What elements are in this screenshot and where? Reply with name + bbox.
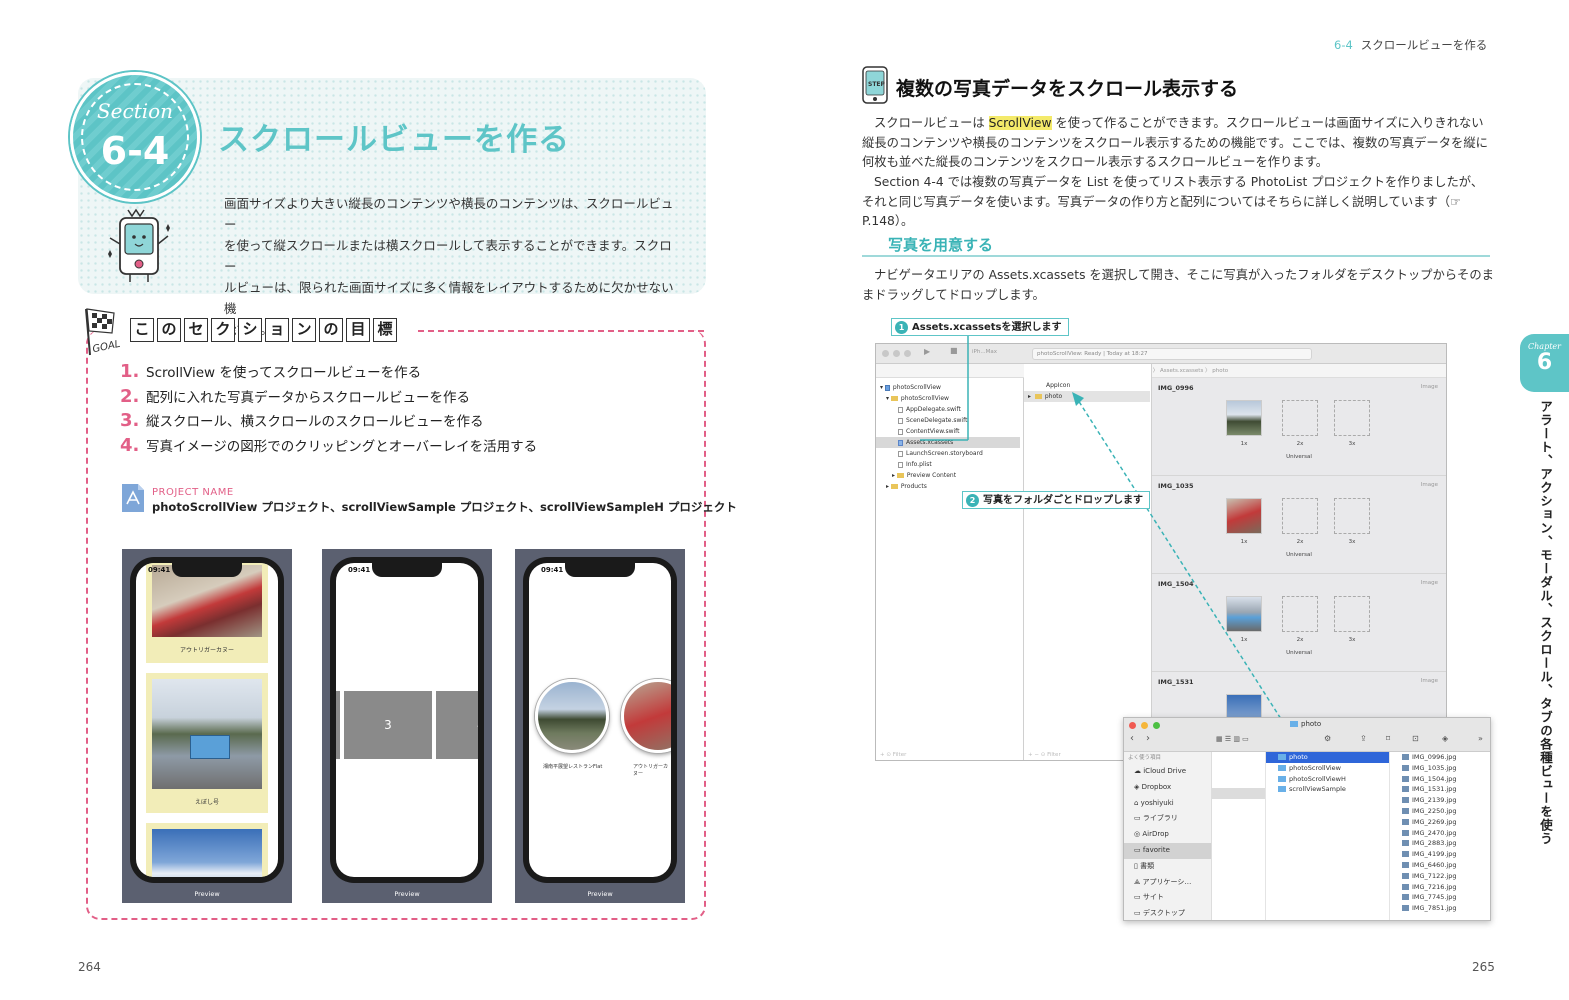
- scroll-box: 4: [436, 691, 478, 759]
- new-folder-icon[interactable]: ⊡: [1412, 734, 1419, 743]
- project-names: photoScrollView プロジェクト、scrollViewSample …: [152, 500, 737, 514]
- more-icon[interactable]: »: [1478, 734, 1483, 743]
- view-mode-icons[interactable]: ▦ ☰ ▥ ▭: [1216, 735, 1249, 743]
- folder-item[interactable]: scrollViewSample: [1266, 784, 1389, 795]
- chapter-title-vertical: アラート、アクション、モーダル、スクロール、タブの各種ビューを使う: [1538, 400, 1553, 846]
- file-item[interactable]: IMG_2139.jpg: [1390, 795, 1490, 806]
- file-item[interactable]: IMG_4199.jpg: [1390, 849, 1490, 860]
- finder-window: photo ‹ › ▦ ☰ ▥ ▭ ⚙ ⇪ ⌑ ⊡ ◈ » よく使う項目 ☁ i…: [1123, 717, 1491, 921]
- preview-screenshot-circles: 湘南平展望レストランFlat アウトリガーカヌー 09:41 Preview: [515, 549, 685, 903]
- section-badge: Section 6-4: [70, 72, 200, 202]
- file-item[interactable]: IMG_2470.jpg: [1390, 828, 1490, 839]
- file-item[interactable]: IMG_0996.jpg: [1390, 752, 1490, 763]
- goal-box-topline: [418, 330, 704, 332]
- preview-screenshot-horizontal: 3 4 09:41 Preview: [322, 549, 492, 903]
- sidebar-item[interactable]: ☁ iCloud Drive: [1124, 764, 1211, 780]
- share-icon[interactable]: ⇪: [1360, 734, 1367, 743]
- page-title: スクロールビューを作る: [218, 122, 570, 158]
- callout-2: 2 写真をフォルダごとドロップします: [962, 491, 1150, 509]
- file-item[interactable]: IMG_7745.jpg: [1390, 892, 1490, 903]
- paragraph-3: ナビゲータエリアの Assets.xcassets を選択して開き、そこに写真が…: [862, 268, 1494, 302]
- list-item: 1. ScrollView を使ってスクロールビューを作る: [120, 361, 422, 382]
- section-number: 6-4: [100, 129, 170, 173]
- running-head: 6-4 スクロールビューを作る: [1334, 38, 1488, 52]
- file-item[interactable]: IMG_2269.jpg: [1390, 817, 1490, 828]
- file-item[interactable]: IMG_7216.jpg: [1390, 882, 1490, 893]
- sidebar-item[interactable]: ▭ デスクトップ: [1124, 906, 1211, 920]
- tag-icon[interactable]: ⌑: [1386, 734, 1390, 743]
- subheading-rule: [862, 255, 1490, 257]
- svg-text:GOAL: GOAL: [92, 339, 122, 356]
- finder-column-3: IMG_0996.jpg IMG_1035.jpg IMG_1504.jpg I…: [1390, 752, 1490, 920]
- sidebar-item[interactable]: ▭ サイト: [1124, 890, 1211, 906]
- file-item[interactable]: IMG_7851.jpg: [1390, 903, 1490, 914]
- preview-screenshot-vertical: アウトリガーカヌー えぼし号 09:41 Preview: [122, 549, 292, 903]
- section-heading: 複数の写真データをスクロール表示する: [896, 78, 1239, 100]
- forward-icon[interactable]: ›: [1146, 733, 1150, 744]
- callout-1: 1 Assets.xcassetsを選択します: [891, 318, 1069, 336]
- folder-item[interactable]: photoScrollView: [1266, 763, 1389, 774]
- sidebar-item[interactable]: ⟁ アプリケーシ…: [1124, 875, 1211, 891]
- callout-connectors: [920, 336, 1289, 731]
- project-name-label: PROJECT NAME: [152, 487, 234, 498]
- finder-sidebar: よく使う項目 ☁ iCloud Drive ◈ Dropbox ⌂ yoshiy…: [1124, 752, 1212, 920]
- list-item: 4. 写真イメージの図形でのクリッピングとオーバーレイを活用する: [120, 434, 538, 456]
- file-item[interactable]: IMG_6460.jpg: [1390, 860, 1490, 871]
- sidebar-item[interactable]: ◈ Dropbox: [1124, 780, 1211, 796]
- scroll-box: 3: [344, 691, 432, 759]
- file-item[interactable]: IMG_1035.jpg: [1390, 763, 1490, 774]
- list-item: 3. 縦スクロール、横スクロールのスクロールビューを作る: [120, 410, 484, 431]
- circle-photo: [621, 679, 671, 753]
- subheading: 写真を用意する: [888, 236, 994, 254]
- sidebar-item[interactable]: ⌂ yoshiyuki: [1124, 796, 1211, 812]
- goal-list: 1. ScrollView を使ってスクロールビューを作る 2. 配列に入れた写真デ…: [120, 361, 537, 459]
- gear-icon[interactable]: ⚙: [1324, 734, 1331, 743]
- dropbox-icon[interactable]: ◈: [1442, 734, 1448, 743]
- paragraph-2: Section 4-4 では複数の写真データを List を使ってリスト表示する…: [862, 175, 1484, 228]
- navigator-filter[interactable]: + ⊙ Filter: [880, 752, 906, 758]
- photo-card: えぼし号: [146, 673, 268, 813]
- sidebar-item[interactable]: ◎ AirDrop: [1124, 827, 1211, 843]
- photo-card: アウトリガーカヌー: [146, 563, 268, 663]
- list-item: 2. 配列に入れた写真データからスクロールビューを作る: [120, 385, 470, 407]
- goal-section-title: こ の セ ク シ ョ ン の 目 標: [130, 318, 397, 342]
- asset-filter[interactable]: + − ⊙ Filter: [1028, 752, 1061, 758]
- page-number-left: 264: [78, 960, 101, 974]
- section-label: Section: [96, 99, 174, 123]
- sidebar-item[interactable]: ▯ 書類: [1124, 859, 1211, 875]
- folder-item[interactable]: photoScrollViewH: [1266, 774, 1389, 785]
- finder-title: photo: [1290, 720, 1321, 728]
- back-icon[interactable]: ‹: [1130, 733, 1134, 744]
- finder-column-1: [1212, 752, 1266, 920]
- step-phone-icon: STEP: [862, 66, 888, 104]
- robot-mascot-icon: [108, 208, 170, 282]
- file-item[interactable]: IMG_1531.jpg: [1390, 784, 1490, 795]
- goal-flag-icon: GOAL: [85, 308, 122, 356]
- svg-text:STEP: STEP: [868, 81, 886, 88]
- page-number-right: 265: [1472, 960, 1495, 974]
- paragraph-1: スクロールビューは ScrollView を使って作ることができます。スクロール…: [862, 116, 1488, 169]
- circle-photo: [535, 679, 609, 753]
- folder-item-photo[interactable]: photo: [1266, 752, 1389, 763]
- sidebar-item[interactable]: ▭ ライブラリ: [1124, 811, 1211, 827]
- sidebar-item[interactable]: ▭ favorite: [1124, 842, 1211, 859]
- finder-toolbar: photo ‹ › ▦ ☰ ▥ ▭ ⚙ ⇪ ⌑ ⊡ ◈ »: [1124, 718, 1490, 752]
- file-item[interactable]: IMG_1504.jpg: [1390, 774, 1490, 785]
- file-item[interactable]: IMG_2883.jpg: [1390, 838, 1490, 849]
- file-item[interactable]: IMG_2250.jpg: [1390, 806, 1490, 817]
- finder-column-2: photo photoScrollView photoScrollViewH s…: [1266, 752, 1390, 920]
- photo-card: [146, 823, 268, 877]
- chapter-tab: Chapter 6: [1520, 334, 1569, 392]
- project-file-icon: [122, 484, 144, 512]
- file-item[interactable]: IMG_7122.jpg: [1390, 871, 1490, 882]
